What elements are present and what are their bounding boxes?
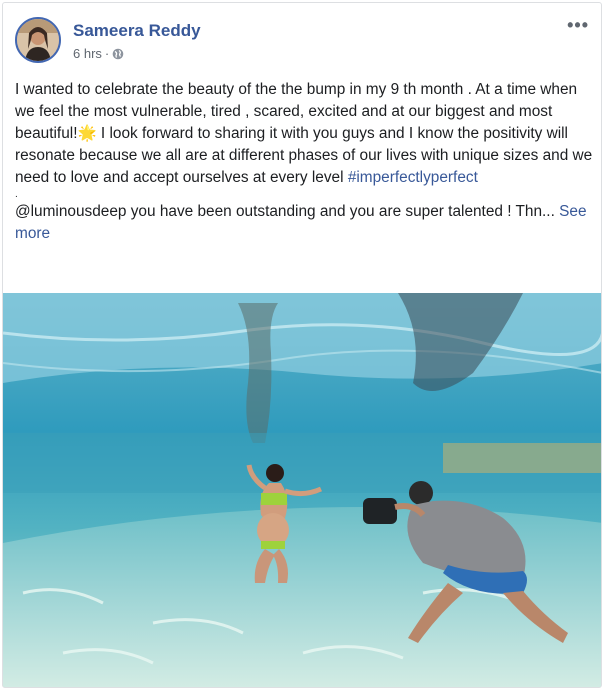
avatar-image [17,19,59,61]
post-meta: 6 hrs · [73,46,124,61]
post-photo[interactable] [3,293,601,687]
post-body-line-3: @luminousdeep you have been outstanding … [15,203,555,220]
post-body-line-2: I look forward to sharing it with you gu… [15,125,593,186]
post-timestamp[interactable]: 6 hrs [73,46,102,61]
hashtag-link[interactable]: #imperfectlyperfect [348,169,478,186]
more-options-icon[interactable]: ••• [567,15,589,35]
underwater-photo [3,293,601,687]
facebook-post: Sameera Reddy 6 hrs · ••• I wanted to ce… [2,2,602,688]
avatar[interactable] [15,17,61,63]
globe-icon[interactable] [112,48,124,60]
star-emoji: 🌟 [77,125,97,142]
post-paragraph: I wanted to celebrate the beauty of the … [15,79,595,189]
period-line: . [15,189,18,200]
post-text: I wanted to celebrate the beauty of the … [15,79,595,245]
post-paragraph-2: @luminousdeep you have been outstanding … [15,201,595,245]
post-header: Sameera Reddy 6 hrs · ••• [15,15,589,67]
author-name[interactable]: Sameera Reddy [73,21,201,41]
meta-separator: · [104,46,110,61]
